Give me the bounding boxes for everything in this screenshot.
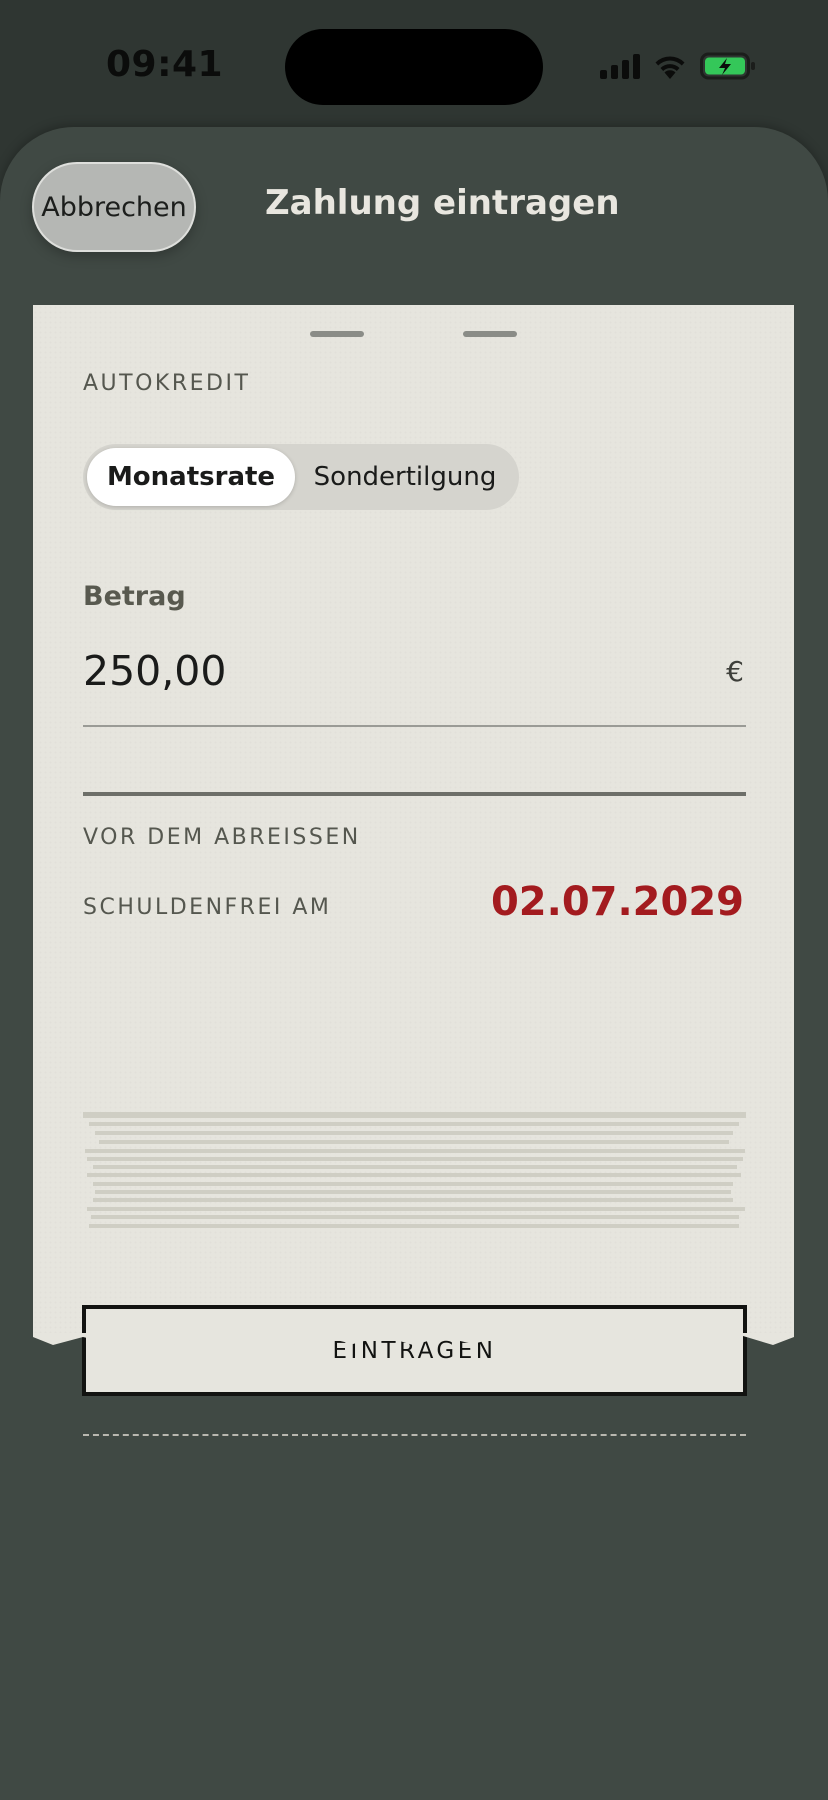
receipt-tab-mark [310,331,364,337]
segment-special-repayment[interactable]: Sondertilgung [295,448,515,506]
debt-free-date: 02.07.2029 [490,879,744,925]
wifi-icon [655,55,685,79]
cancel-button[interactable]: Abbrechen [32,162,196,252]
account-label: AUTOKREDIT [83,371,251,396]
redacted-line [93,1198,733,1202]
redacted-line [89,1224,739,1228]
torn-edge [33,1333,794,1345]
payment-sheet: Abbrechen Zahlung eintragen AUTOKREDIT M… [0,127,828,1800]
debt-free-label: SCHULDENFREI AM [83,895,332,920]
submit-button[interactable]: EINTRAGEN [82,1305,747,1396]
amount-underline [83,725,746,727]
cellular-signal-icon [600,53,640,79]
currency-symbol: € [726,655,744,688]
status-icons [600,52,756,80]
battery-charging-icon [700,52,755,80]
redacted-line [99,1140,729,1144]
dynamic-island [285,29,543,105]
redacted-line [93,1165,737,1169]
redacted-line [95,1131,733,1135]
sheet-title: Zahlung eintragen [265,183,620,223]
amount-input[interactable]: 250,00 [83,647,226,695]
payment-type-selector: Monatsrate Sondertilgung [83,444,519,510]
redacted-line [87,1157,743,1161]
redacted-line [93,1182,733,1186]
tear-hint-label: VOR DEM ABREISSEN [83,825,361,850]
section-divider [83,792,746,796]
amount-label: Betrag [83,581,186,612]
redacted-line [85,1149,745,1153]
segment-monthly-rate[interactable]: Monatsrate [87,448,295,506]
redacted-line [87,1207,745,1211]
receipt-card: AUTOKREDIT Monatsrate Sondertilgung Betr… [33,305,794,1436]
redacted-line [91,1215,739,1219]
perforation-line [83,1434,746,1436]
receipt-tab-mark [463,331,517,337]
redacted-line [83,1112,746,1118]
redacted-line [95,1190,731,1194]
status-bar: 09:41 [0,0,828,130]
redacted-line [89,1122,739,1126]
redacted-line [87,1173,741,1177]
status-time: 09:41 [106,44,224,85]
